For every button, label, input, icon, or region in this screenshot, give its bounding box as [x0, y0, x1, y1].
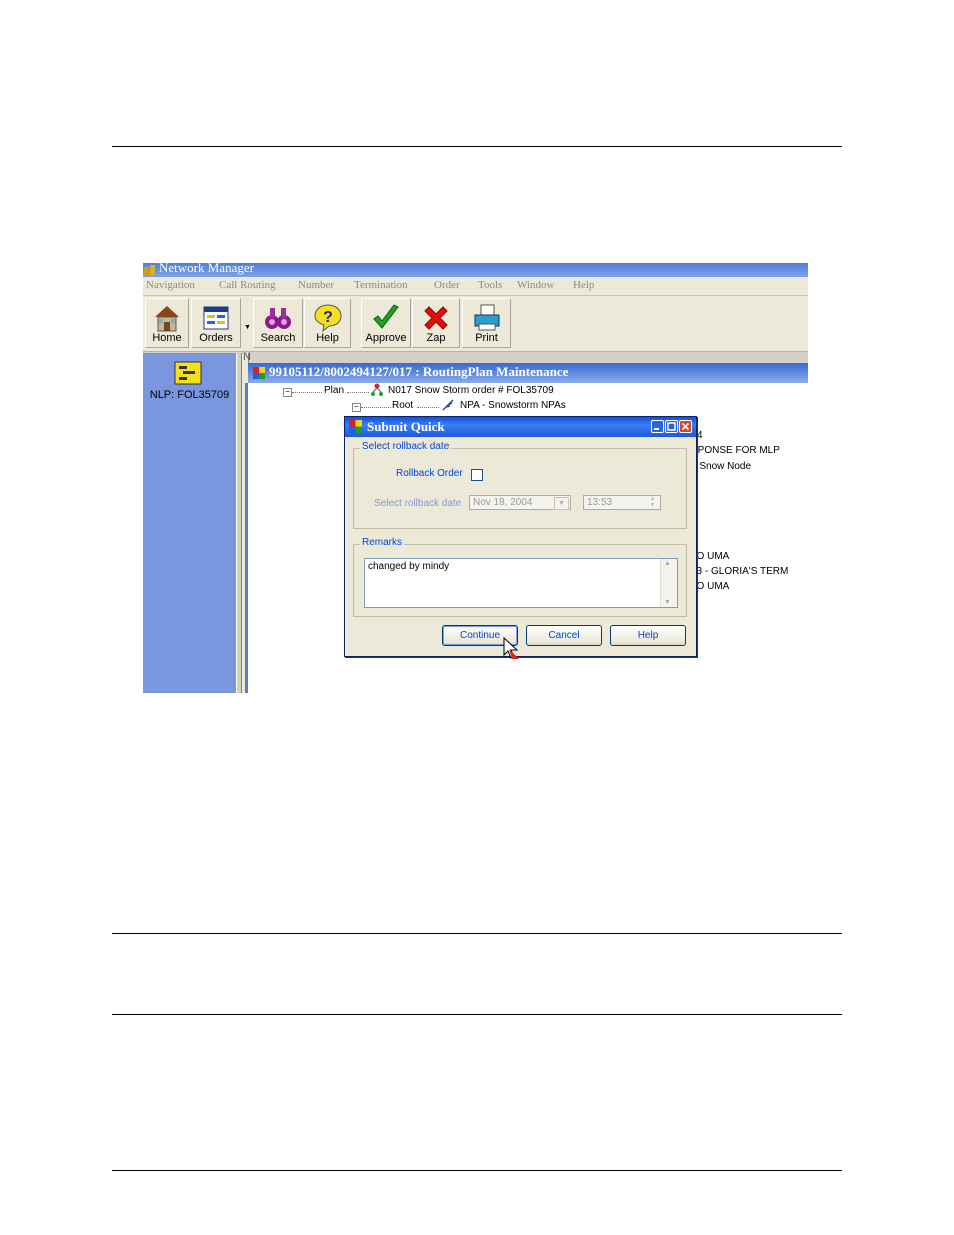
dialog-title: Submit Quick — [367, 419, 445, 434]
help-toolbar-button[interactable]: ? Help — [304, 298, 351, 348]
remarks-value: changed by mindy — [368, 561, 450, 572]
tree-line — [347, 392, 369, 393]
rollback-time-spinner[interactable]: 13:53 ▲ ▼ — [583, 495, 661, 510]
tree-line — [361, 407, 391, 408]
rollback-time-value: 13:53 — [587, 497, 613, 508]
chevron-down-icon[interactable]: ▼ — [554, 497, 569, 510]
top-rule — [112, 146, 842, 147]
tree-item-partial: 23 - GLORIA'S TERM — [691, 566, 789, 577]
bottom-rule-3 — [112, 1170, 842, 1171]
maximize-icon — [667, 422, 676, 431]
print-button[interactable]: Print — [462, 298, 511, 348]
menu-termination[interactable]: Termination — [354, 277, 408, 293]
dialog-icon — [349, 420, 362, 433]
spin-down-icon[interactable]: ▼ — [646, 502, 659, 508]
tree-line — [292, 392, 322, 393]
rollback-date-value: Nov 18, 2004 — [473, 497, 533, 508]
home-button[interactable]: Home — [145, 298, 189, 348]
binoculars-icon — [265, 308, 291, 329]
tree-collapse-root[interactable]: − — [352, 403, 361, 412]
app-icon — [144, 265, 155, 275]
dialog-titlebar[interactable]: Submit Quick — [345, 417, 696, 437]
window-icon — [253, 367, 265, 379]
tree-plan-node[interactable]: N017 Snow Storm order # FOL35709 — [388, 385, 554, 396]
rollback-group: Select rollback date — [353, 441, 687, 529]
nlp-icon[interactable] — [174, 361, 202, 385]
nlp-label[interactable]: NLP: FOL35709 — [143, 389, 236, 401]
rollback-order-checkbox[interactable] — [471, 469, 483, 481]
zap-button[interactable]: Zap — [412, 298, 460, 348]
submit-quick-dialog: Submit Quick Select rollback date Rollba… — [344, 416, 697, 657]
approve-button[interactable]: Approve — [361, 298, 411, 348]
menu-number[interactable]: Number — [298, 277, 334, 293]
home-icon — [155, 306, 179, 332]
app-title: Network Manager — [159, 263, 254, 275]
help-toolbar-label: Help — [316, 332, 339, 344]
menu-navigation[interactable]: Navigation — [146, 277, 195, 293]
plan-node-icon — [371, 383, 383, 396]
tree-root-label: Root — [392, 400, 414, 411]
rollback-date-picker[interactable]: Nov 18, 2004 ▼ — [469, 495, 571, 510]
red-x-icon — [424, 306, 448, 330]
orders-label: Orders — [199, 332, 233, 344]
feather-icon — [442, 399, 454, 411]
remarks-scrollbar[interactable]: ▲ ▼ — [660, 559, 677, 607]
search-button[interactable]: Search — [253, 298, 303, 348]
tree-line — [417, 407, 439, 408]
app-titlebar: Network Manager — [143, 263, 808, 277]
checkmark-icon — [373, 304, 399, 329]
mdi-background-char: N — [243, 351, 251, 363]
tree-collapse-plan[interactable]: − — [283, 388, 292, 397]
home-label: Home — [152, 332, 182, 344]
scroll-down-icon[interactable]: ▼ — [664, 599, 671, 606]
child-window-titlebar[interactable]: 99105112/8002494127/017 : RoutingPlan Ma… — [248, 363, 808, 383]
search-label: Search — [260, 332, 296, 344]
menu-help[interactable]: Help — [573, 277, 594, 293]
menu-order[interactable]: Order — [434, 277, 460, 293]
tree-plan-label: Plan — [324, 385, 345, 396]
tree-item-partial: 4 — [697, 430, 703, 441]
svg-text:?: ? — [323, 309, 333, 326]
menu-bar: Navigation Call Routing Number Terminati… — [143, 277, 808, 296]
tree-item-partial: SPONSE FOR MLP — [691, 445, 780, 456]
minimize-button[interactable] — [651, 420, 664, 433]
orders-button[interactable]: Orders — [191, 298, 241, 348]
rollback-order-label: Rollback Order — [396, 468, 463, 479]
mouse-cursor-icon — [503, 637, 519, 659]
close-button[interactable] — [679, 420, 692, 433]
remarks-textarea[interactable]: changed by mindy ▲ ▼ — [364, 558, 678, 608]
menu-call-routing[interactable]: Call Routing — [219, 277, 276, 293]
bottom-rule-2 — [112, 1014, 842, 1015]
bottom-rule-1 — [112, 933, 842, 934]
print-label: Print — [475, 332, 498, 344]
menu-tools[interactable]: Tools — [478, 277, 502, 293]
rollback-date-label: Select rollback date — [374, 498, 462, 509]
approve-label: Approve — [365, 332, 407, 344]
menu-window[interactable]: Window — [517, 277, 554, 293]
close-icon — [681, 422, 690, 431]
toolbar: Home Orders ▼ Search ? Help Approve Zap … — [143, 296, 808, 352]
help-icon: ? — [313, 304, 342, 333]
orders-dropdown-icon[interactable]: ▼ — [244, 324, 251, 331]
zap-label: Zap — [426, 332, 446, 344]
minimize-icon — [654, 428, 659, 430]
tree-item-partial: p Snow Node — [691, 461, 752, 472]
printer-icon — [474, 304, 499, 331]
orders-icon — [203, 306, 229, 330]
help-button[interactable]: Help — [610, 625, 686, 646]
tree-root-node[interactable]: NPA - Snowstorm NPAs — [460, 400, 566, 411]
maximize-button[interactable] — [665, 420, 678, 433]
rollback-group-label: Select rollback date — [360, 441, 452, 452]
cancel-button[interactable]: Cancel — [526, 625, 602, 646]
scroll-up-icon[interactable]: ▲ — [664, 560, 671, 567]
left-panel: NLP: FOL35709 — [143, 353, 236, 693]
child-window-title: 99105112/8002494127/017 : RoutingPlan Ma… — [269, 364, 569, 379]
remarks-group-label: Remarks — [360, 537, 405, 548]
